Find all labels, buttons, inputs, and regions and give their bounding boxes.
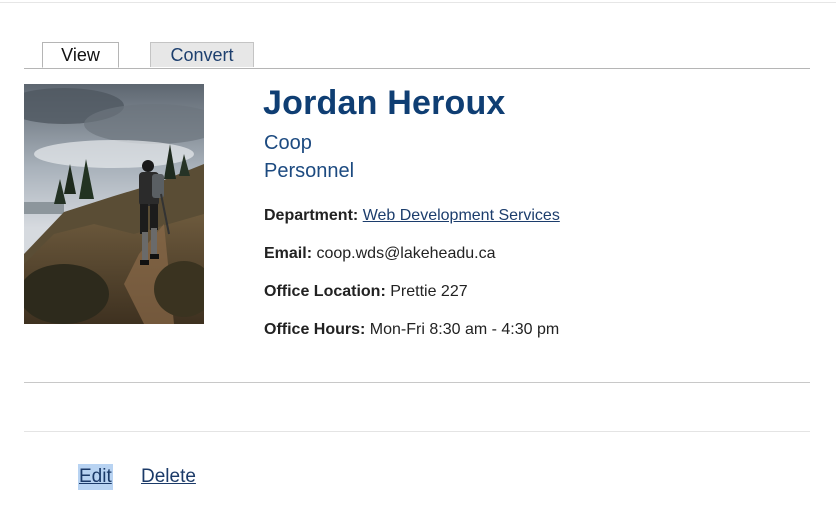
email-row: Email: coop.wds@lakeheadu.ca [264, 245, 496, 263]
top-divider [0, 2, 836, 3]
profile-photo [24, 84, 204, 324]
content-divider [24, 382, 810, 383]
office-hours-value: Mon-Fri 8:30 am - 4:30 pm [369, 321, 560, 338]
office-location-label: Office Location: [264, 283, 386, 300]
tab-convert[interactable]: Convert [150, 42, 254, 67]
actions-divider [24, 431, 810, 432]
profile-category: Personnel [264, 160, 355, 182]
edit-link[interactable]: Edit [78, 464, 113, 490]
department-label: Department: [264, 207, 359, 224]
delete-link[interactable]: Delete [141, 464, 196, 490]
department-row: Department: Web Development Services [264, 207, 560, 225]
office-location-value: Prettie 227 [390, 283, 468, 300]
tab-view[interactable]: View [42, 42, 119, 68]
office-hours-row: Office Hours: Mon-Fri 8:30 am - 4:30 pm [264, 321, 559, 339]
email-value: coop.wds@lakeheadu.ca [316, 245, 496, 262]
office-location-row: Office Location: Prettie 227 [264, 283, 468, 301]
email-label: Email: [264, 245, 313, 262]
department-link[interactable]: Web Development Services [363, 207, 560, 224]
office-hours-label: Office Hours: [264, 321, 366, 338]
tab-bar: View Convert [24, 42, 810, 69]
profile-name: Jordan Heroux [263, 84, 506, 122]
profile-position: Coop [264, 132, 312, 154]
